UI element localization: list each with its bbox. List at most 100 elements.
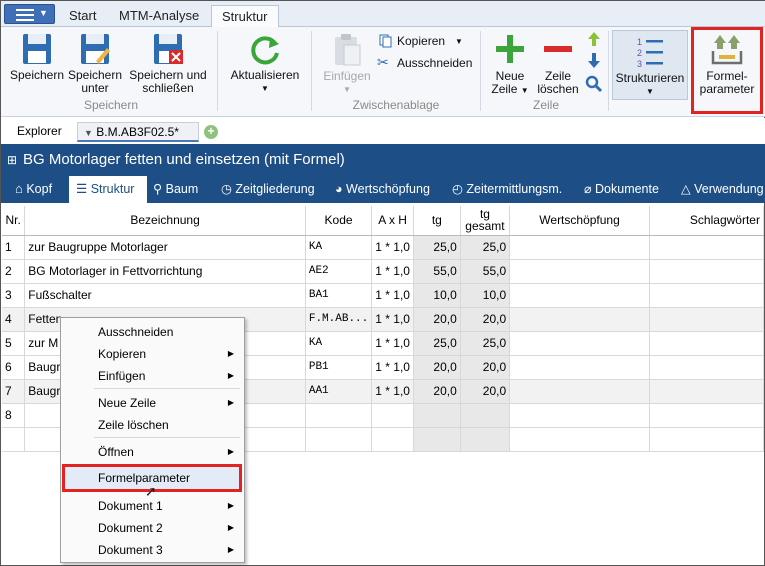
cell-tg[interactable]: [413, 427, 461, 452]
cell-tg[interactable]: 20,0: [413, 355, 461, 380]
column-header-tg[interactable]: tg: [413, 206, 461, 236]
tab-explorer[interactable]: Explorer: [17, 122, 62, 142]
tab-document[interactable]: ▼ B.M.AB3F02.5* ✕: [77, 122, 199, 158]
cell-tg-gesamt[interactable]: 55,0: [460, 259, 511, 284]
cell-axh[interactable]: [371, 427, 414, 452]
column-header-wertschoepfung[interactable]: Wertschöpfung: [509, 206, 650, 236]
menu-item-formula-parameter[interactable]: Formelparameter: [98, 468, 240, 488]
cell-nr[interactable]: 7: [2, 379, 26, 404]
menu-item-new-row[interactable]: Neue Zeile ▶: [98, 393, 240, 413]
cell-axh[interactable]: 1 * 1,0: [371, 307, 414, 332]
cell-wertschoepfung[interactable]: [509, 427, 650, 452]
cell-wertschoepfung[interactable]: [509, 331, 650, 356]
cell-axh[interactable]: 1 * 1,0: [371, 235, 414, 260]
cell-nr[interactable]: 4: [2, 307, 26, 332]
cell-bezeichnung[interactable]: BG Motorlager in Fettvorrichtung: [24, 259, 306, 284]
cell-axh[interactable]: 1 * 1,0: [371, 283, 414, 308]
copy-button[interactable]: Kopieren ▼: [379, 33, 471, 51]
tab-struktur[interactable]: Struktur: [211, 5, 279, 28]
nav-dokumente[interactable]: ⌀ Dokumente: [584, 176, 659, 203]
cell-nr[interactable]: 1: [2, 235, 26, 260]
structure-button[interactable]: 1 2 3 Strukturieren ▼: [612, 30, 688, 100]
menu-item-dokument-3[interactable]: Dokument 3 ▶: [98, 540, 240, 560]
cell-kode[interactable]: AA1: [305, 379, 373, 404]
cell-tg[interactable]: 20,0: [413, 379, 461, 404]
cell-nr[interactable]: 3: [2, 283, 26, 308]
cell-wertschoepfung[interactable]: [509, 307, 650, 332]
cut-button[interactable]: ✂ Ausschneiden: [377, 55, 473, 73]
cell-schlagwoerter[interactable]: [649, 259, 765, 284]
cell-wertschoepfung[interactable]: [509, 259, 650, 284]
cell-axh[interactable]: 1 * 1,0: [371, 331, 414, 356]
cell-kode[interactable]: KA: [305, 331, 373, 356]
cell-kode[interactable]: F.M.AB...: [305, 307, 373, 332]
table-row[interactable]: 3 Fußschalter BA1 1 * 1,0 10,0 10,0: [2, 283, 765, 308]
cell-wertschoepfung[interactable]: [509, 403, 650, 428]
cell-tg-gesamt[interactable]: 25,0: [460, 235, 511, 260]
cell-schlagwoerter[interactable]: [649, 307, 765, 332]
cell-wertschoepfung[interactable]: [509, 355, 650, 380]
cell-bezeichnung[interactable]: zur Baugruppe Motorlager: [24, 235, 306, 260]
formula-parameter-button[interactable]: Formel- parameter: [695, 33, 759, 96]
table-row[interactable]: 2 BG Motorlager in Fettvorrichtung AE2 1 * …: [2, 259, 765, 284]
cell-schlagwoerter[interactable]: [649, 283, 765, 308]
menu-item-dokument-1[interactable]: Dokument 1 ▶: [98, 496, 240, 516]
menu-item-dokument-2[interactable]: Dokument 2 ▶: [98, 518, 240, 538]
nav-kopf[interactable]: ⌂ Kopf: [15, 176, 69, 203]
cell-tg[interactable]: [413, 403, 461, 428]
table-row[interactable]: 1 zur Baugruppe Motorlager KA 1 * 1,0 25,0 25…: [2, 235, 765, 260]
save-as-button[interactable]: Speichern unter: [67, 33, 123, 95]
new-row-button[interactable]: Neue Zeile ▼: [487, 33, 533, 97]
cell-kode[interactable]: KA: [305, 235, 373, 260]
cell-schlagwoerter[interactable]: [649, 235, 765, 260]
cell-tg-gesamt[interactable]: 20,0: [460, 379, 511, 404]
column-header-schlagwoerter[interactable]: Schlagwörter: [649, 206, 765, 236]
cell-axh[interactable]: 1 * 1,0: [371, 259, 414, 284]
cell-schlagwoerter[interactable]: [649, 427, 765, 452]
nav-wertschoepfung[interactable]: ◕ Wertschöpfung: [335, 176, 430, 203]
menu-item-copy[interactable]: Kopieren ▶: [98, 344, 240, 364]
cell-tg-gesamt[interactable]: 25,0: [460, 331, 511, 356]
save-and-close-button[interactable]: Speichern und schließen: [127, 33, 209, 95]
cell-schlagwoerter[interactable]: [649, 355, 765, 380]
column-header-kode[interactable]: Kode: [305, 206, 373, 236]
cell-schlagwoerter[interactable]: [649, 331, 765, 356]
column-header-axh[interactable]: A x H: [371, 206, 414, 236]
add-tab-icon[interactable]: +: [204, 125, 218, 139]
cell-tg-gesamt[interactable]: [460, 403, 511, 428]
cell-wertschoepfung[interactable]: [509, 283, 650, 308]
cell-nr[interactable]: 5: [2, 331, 26, 356]
cell-tg[interactable]: 25,0: [413, 235, 461, 260]
cell-schlagwoerter[interactable]: [649, 379, 765, 404]
refresh-button[interactable]: Aktualisieren ▼: [227, 33, 303, 95]
menu-item-paste[interactable]: Einfügen ▶: [98, 366, 240, 386]
column-header-nr[interactable]: Nr.: [2, 206, 26, 236]
cell-kode[interactable]: [305, 403, 373, 428]
nav-struktur[interactable]: ☰ Struktur: [69, 176, 147, 203]
nav-zeitgliederung[interactable]: ◷ Zeitgliederung: [221, 176, 315, 203]
menu-item-delete-row[interactable]: Zeile löschen: [98, 415, 240, 435]
delete-row-button[interactable]: Zeile löschen: [535, 33, 581, 96]
paste-button[interactable]: Einfügen ▼: [319, 33, 375, 96]
cell-wertschoepfung[interactable]: [509, 235, 650, 260]
cell-nr[interactable]: 2: [2, 259, 26, 284]
nav-zeitermittlungsm[interactable]: ◴ Zeitermittlungsm.: [452, 176, 562, 203]
nav-verwendung[interactable]: △ Verwendung: [681, 176, 765, 203]
cell-tg-gesamt[interactable]: 20,0: [460, 355, 511, 380]
save-button[interactable]: Speichern: [9, 33, 65, 82]
cell-kode[interactable]: AE2: [305, 259, 373, 284]
cell-bezeichnung[interactable]: Fußschalter: [24, 283, 306, 308]
move-up-button[interactable]: [586, 31, 602, 47]
menu-item-open[interactable]: Öffnen ▶: [98, 442, 240, 462]
column-header-bezeichnung[interactable]: Bezeichnung: [24, 206, 306, 236]
cell-kode[interactable]: [305, 427, 373, 452]
move-down-button[interactable]: [586, 51, 602, 69]
find-button[interactable]: [585, 75, 603, 93]
cell-tg-gesamt[interactable]: [460, 427, 511, 452]
cell-tg[interactable]: 10,0: [413, 283, 461, 308]
tab-start[interactable]: Start: [59, 5, 106, 27]
cell-axh[interactable]: 1 * 1,0: [371, 355, 414, 380]
cell-axh[interactable]: [371, 403, 414, 428]
cell-tg-gesamt[interactable]: 20,0: [460, 307, 511, 332]
cell-schlagwoerter[interactable]: [649, 403, 765, 428]
